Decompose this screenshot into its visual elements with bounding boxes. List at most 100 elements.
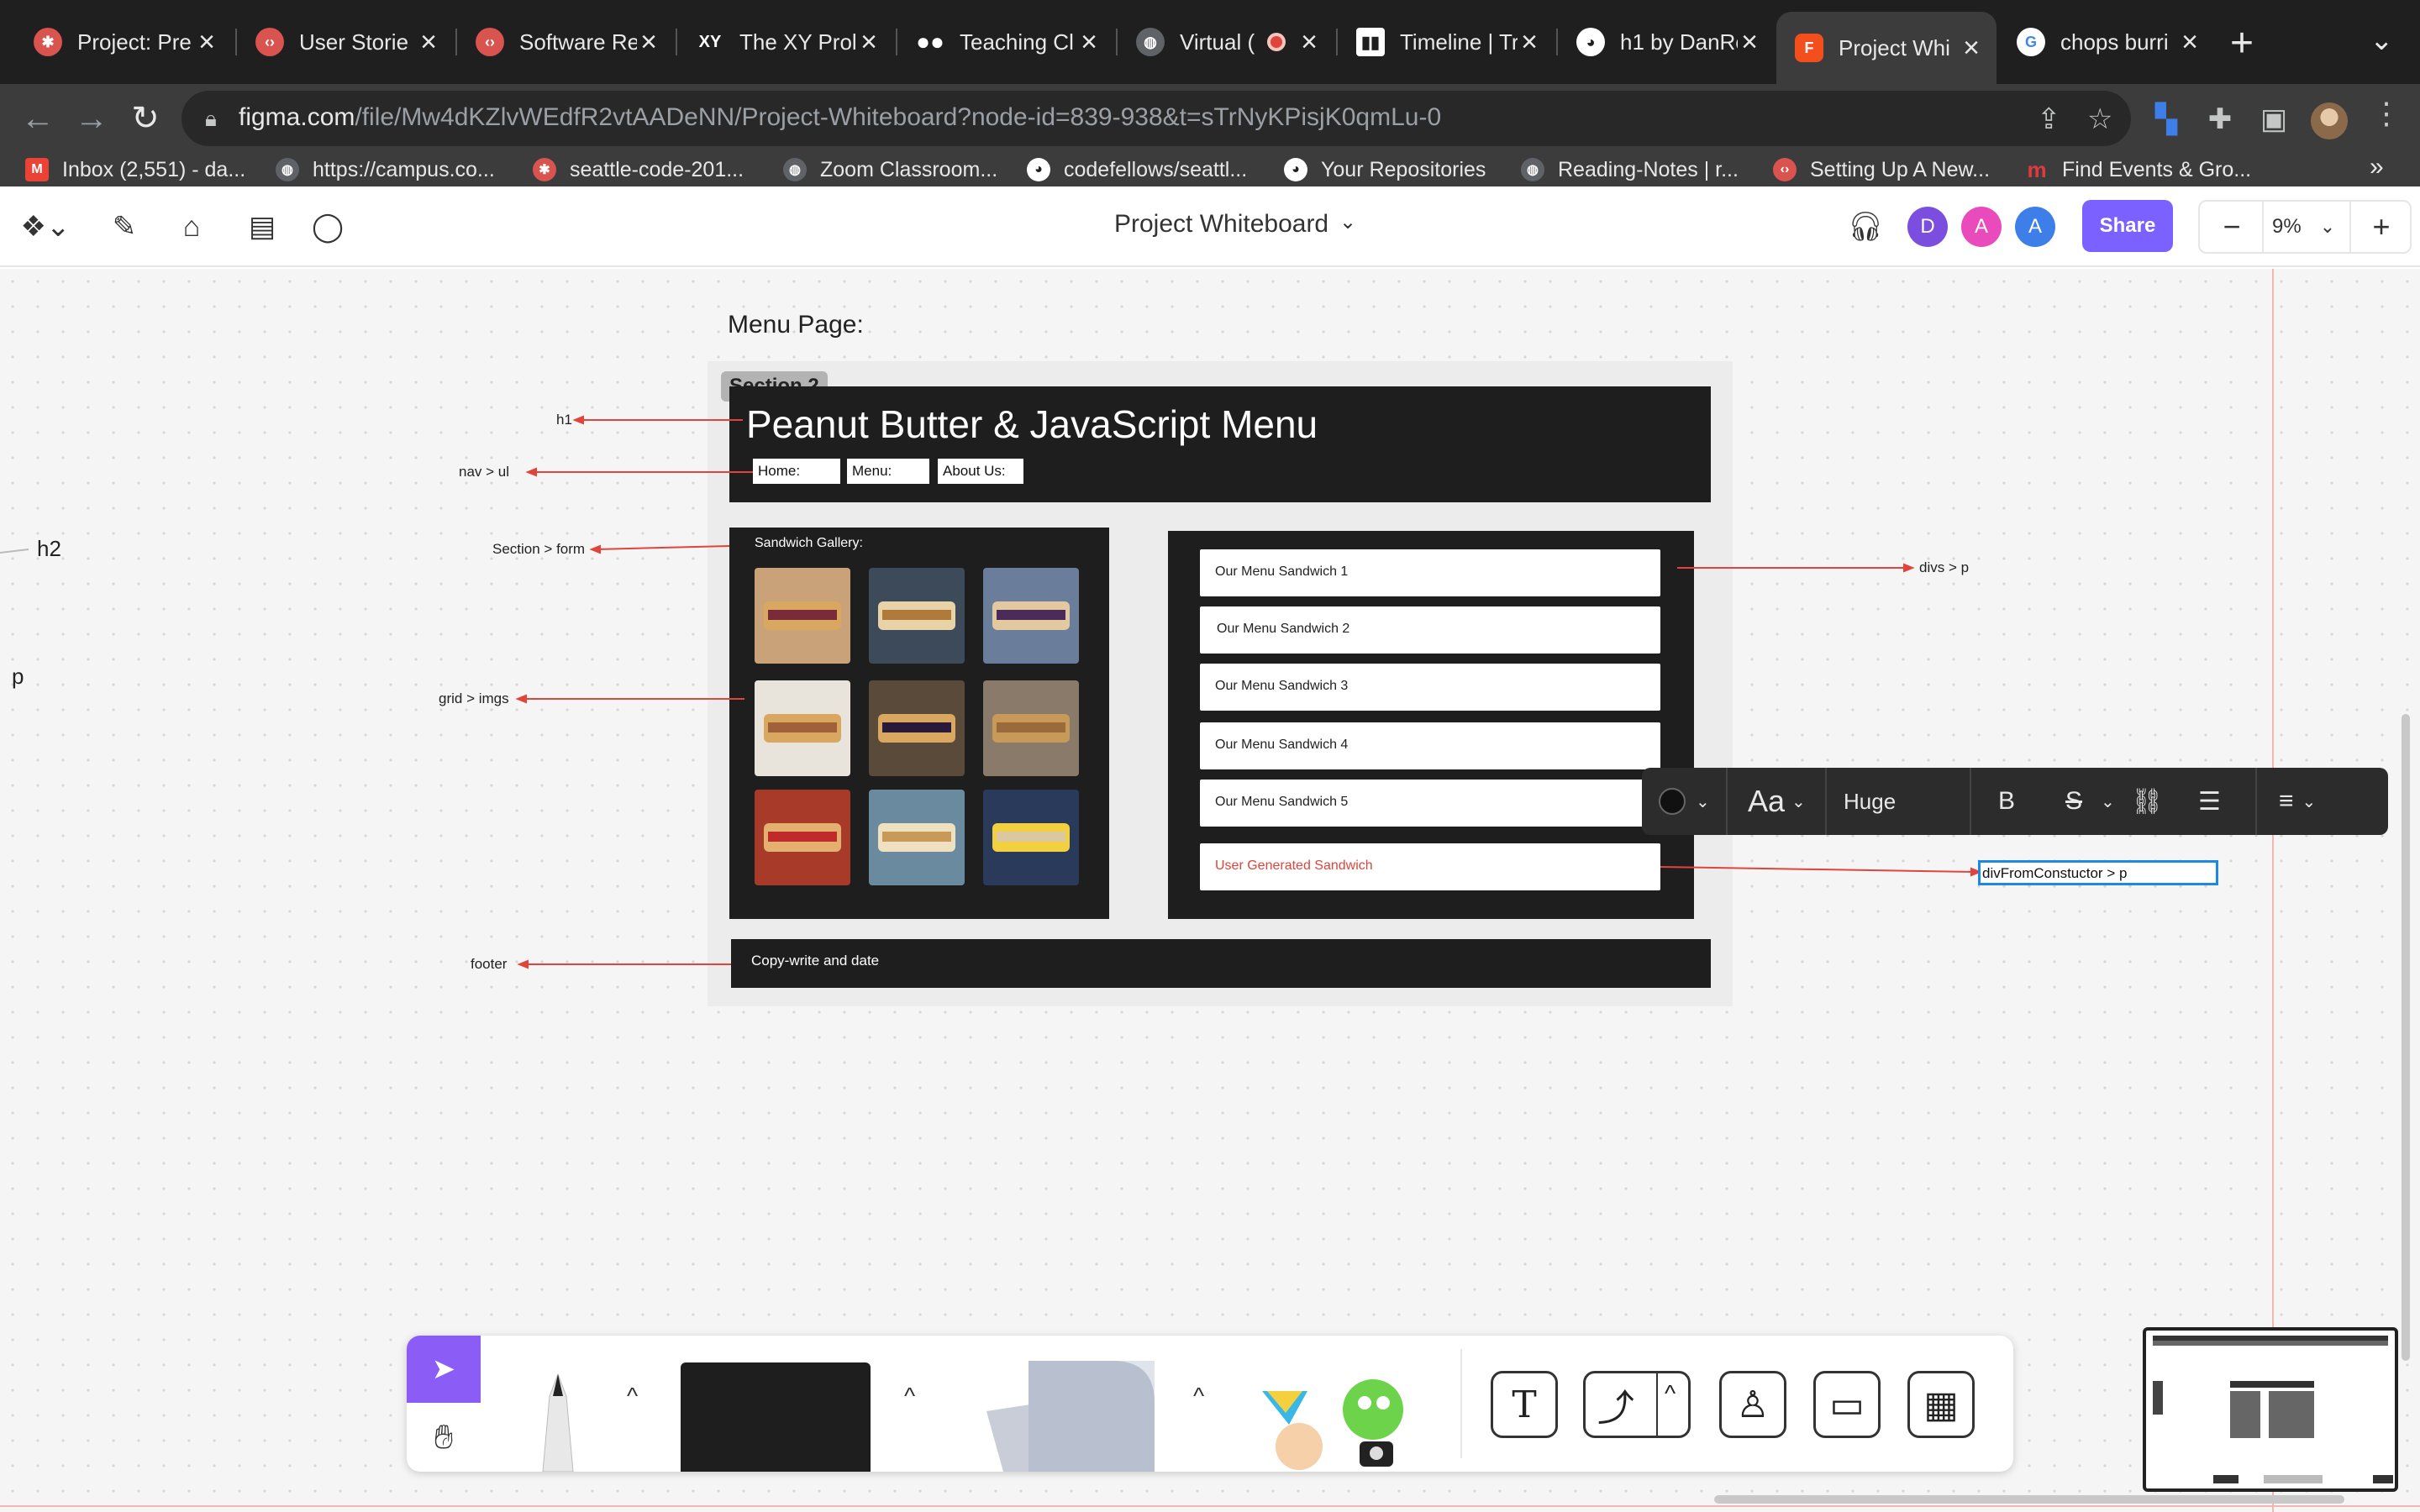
comment-icon[interactable]: ◯	[308, 207, 348, 247]
reload-icon[interactable]: ↻	[123, 96, 168, 141]
zoom-out-icon[interactable]: −	[2212, 207, 2252, 247]
bookmark-item[interactable]: ◍ Zoom Classroom...	[783, 153, 997, 186]
bullet-list-icon[interactable]: ☰	[2198, 768, 2221, 835]
chevron-up-icon[interactable]: ^	[1193, 1383, 1204, 1410]
profile-avatar[interactable]	[2311, 102, 2348, 139]
section-tool-icon[interactable]: ▭	[1813, 1371, 1881, 1438]
selected-text-box[interactable]: divFromConstuctor > p	[1978, 860, 2218, 885]
figjam-canvas[interactable]: Menu Page: h2 p Section 2 Peanut Butter …	[0, 269, 2420, 1512]
bold-icon[interactable]: B	[1998, 768, 2015, 835]
horizontal-scrollbar[interactable]	[1714, 1495, 2344, 1504]
vertical-scrollbar[interactable]	[2402, 714, 2410, 1361]
sticky-note-tool-icon[interactable]	[961, 1361, 1176, 1472]
browser-tab[interactable]: ●● Teaching Cl ×	[897, 15, 1114, 69]
chevron-up-icon[interactable]: ^	[627, 1383, 638, 1410]
close-icon[interactable]: ×	[637, 26, 660, 59]
forward-icon[interactable]: →	[69, 96, 114, 141]
browser-tab-active[interactable]: F Project Whi ×	[1776, 12, 1996, 84]
close-icon[interactable]: ×	[1518, 26, 1541, 59]
avatar[interactable]: A	[2015, 207, 2055, 247]
audio-headphones-icon[interactable]: 🎧︎	[1845, 207, 1886, 247]
annotation-divs[interactable]: divs > p	[1919, 559, 1969, 576]
font-size-dropdown[interactable]: Huge ⌄	[1844, 768, 2115, 835]
bookmark-item[interactable]: ◍ https://campus.co...	[276, 153, 495, 186]
codefellows-icon: ‹›	[1773, 158, 1797, 181]
browser-tab[interactable]: ‹› Software Re ×	[457, 15, 674, 69]
widget-icon[interactable]: ✎	[104, 207, 145, 247]
browser-tab[interactable]: ‹› User Storie ×	[237, 15, 454, 69]
bookmark-item[interactable]: ✱ seattle-code-201...	[533, 153, 744, 186]
bookmark-item[interactable]: m Find Events & Gro...	[2025, 153, 2251, 186]
browser-tab[interactable]: ◕ h1 by DanRe ×	[1558, 15, 1775, 69]
close-icon[interactable]: ×	[417, 26, 440, 59]
document-title[interactable]: Project Whiteboard	[1114, 210, 1328, 239]
text-tool-icon[interactable]: T	[1491, 1371, 1558, 1438]
chevron-up-icon[interactable]: ^	[904, 1383, 915, 1410]
bookmark-star-icon[interactable]: ☆	[2087, 102, 2112, 136]
close-icon[interactable]: ×	[2178, 26, 2202, 59]
bookmark-item[interactable]: M Inbox (2,551) - da...	[25, 153, 245, 186]
annotation-grid[interactable]: grid > imgs	[439, 690, 509, 707]
bookmark-item[interactable]: ◍ Reading-Notes | r...	[1521, 153, 1739, 186]
back-icon[interactable]: ←	[15, 96, 60, 141]
shape-tool-icon[interactable]	[681, 1362, 871, 1472]
codefellows-icon: ‹›	[476, 28, 504, 56]
stamp-tool-icon[interactable]: ♙	[1719, 1371, 1786, 1438]
more-menu-icon[interactable]: ⋮	[2371, 96, 2402, 131]
annotation-form[interactable]: Section > form	[492, 541, 585, 558]
extension-icon[interactable]: ▚	[2149, 102, 2183, 136]
chevron-down-icon[interactable]: ⌄	[1339, 210, 1356, 234]
annotation-nav[interactable]: nav > ul	[459, 464, 509, 480]
resources-icon[interactable]: ⌂	[171, 207, 212, 247]
font-family-picker[interactable]: Aa ⌄	[1748, 768, 1806, 835]
zoom-in-icon[interactable]: +	[2361, 207, 2402, 247]
stickers-tool-icon[interactable]	[1249, 1366, 1417, 1470]
bookmark-item[interactable]: ‹› Setting Up A New...	[1773, 153, 1990, 186]
connector-tool-icon[interactable]: ⤴︎ ^	[1583, 1371, 1691, 1438]
share-page-icon[interactable]: ⇪	[2037, 102, 2061, 136]
bookmark-item[interactable]: ◕ codefellows/seattl...	[1027, 153, 1247, 186]
zoom-level[interactable]: 9%	[2272, 215, 2302, 239]
text-color-picker[interactable]: ⌄	[1659, 768, 1710, 835]
bookmark-item[interactable]: ◕ Your Repositories	[1284, 153, 1486, 186]
address-bar[interactable]: 🔒︎ figma.com/file/Mw4dKZlvWEdfR2vtAADeNN…	[182, 91, 2131, 146]
link-icon[interactable]: ⛓︎	[2131, 768, 2163, 835]
figma-main-menu-icon[interactable]: ❖⌄	[20, 207, 71, 247]
strikethrough-icon[interactable]: S	[2065, 768, 2082, 835]
new-tab-icon[interactable]: +	[2230, 20, 2254, 66]
close-icon[interactable]: ×	[1077, 26, 1101, 59]
layout-icon[interactable]: ▤	[242, 207, 282, 247]
browser-tab[interactable]: ◍ Virtual ( ×	[1118, 15, 1334, 69]
marker-tool-icon[interactable]	[518, 1362, 598, 1473]
close-icon[interactable]: ×	[1960, 32, 1983, 65]
avatar[interactable]: A	[1961, 207, 2002, 247]
annotation-footer[interactable]: footer	[471, 956, 507, 973]
close-icon[interactable]: ×	[857, 26, 881, 59]
trello-icon: ▮▮	[1356, 28, 1385, 56]
select-tool-icon[interactable]: ➤	[407, 1336, 481, 1403]
side-panel-icon[interactable]: ▣	[2257, 102, 2291, 136]
minimap[interactable]	[2143, 1327, 2398, 1492]
browser-tab[interactable]: G chops burri ×	[1998, 15, 2215, 69]
share-button[interactable]: Share	[2082, 200, 2173, 252]
text-align-icon[interactable]: ≡ ⌄	[2279, 768, 2316, 835]
browser-tab[interactable]: ▮▮ Timeline | Tr ×	[1338, 15, 1555, 69]
extensions-puzzle-icon[interactable]: ✚	[2203, 102, 2237, 136]
close-icon[interactable]: ×	[1297, 26, 1321, 59]
close-icon[interactable]: ×	[195, 26, 218, 59]
avatar[interactable]: D	[1907, 207, 1948, 247]
browser-toolbar: ← → ↻ 🔒︎ figma.com/file/Mw4dKZlvWEdfR2vt…	[0, 84, 2420, 153]
table-tool-icon[interactable]: ▦	[1907, 1371, 1975, 1438]
more-bookmarks-icon[interactable]: »	[2370, 153, 2384, 181]
annotation-h1[interactable]: h1	[556, 412, 572, 428]
tab-search-icon[interactable]: ⌄	[2370, 24, 2394, 57]
sticky-note-icon	[986, 1361, 1155, 1472]
figma-icon: F	[1795, 34, 1823, 62]
figjam-tool-dock: ➤ ✋︎ ^ ^ ^ T ⤴︎ ^ ♙ ▭ ▦	[407, 1336, 2013, 1473]
browser-tab[interactable]: XY The XY Prol ×	[677, 15, 894, 69]
close-icon[interactable]: ×	[1738, 26, 1761, 59]
hand-tool-icon[interactable]: ✋︎	[407, 1403, 481, 1472]
chevron-down-icon[interactable]: ⌄	[2307, 207, 2348, 247]
medium-icon: ●●	[916, 29, 944, 55]
browser-tab[interactable]: ✱ Project: Pre ×	[15, 15, 232, 69]
